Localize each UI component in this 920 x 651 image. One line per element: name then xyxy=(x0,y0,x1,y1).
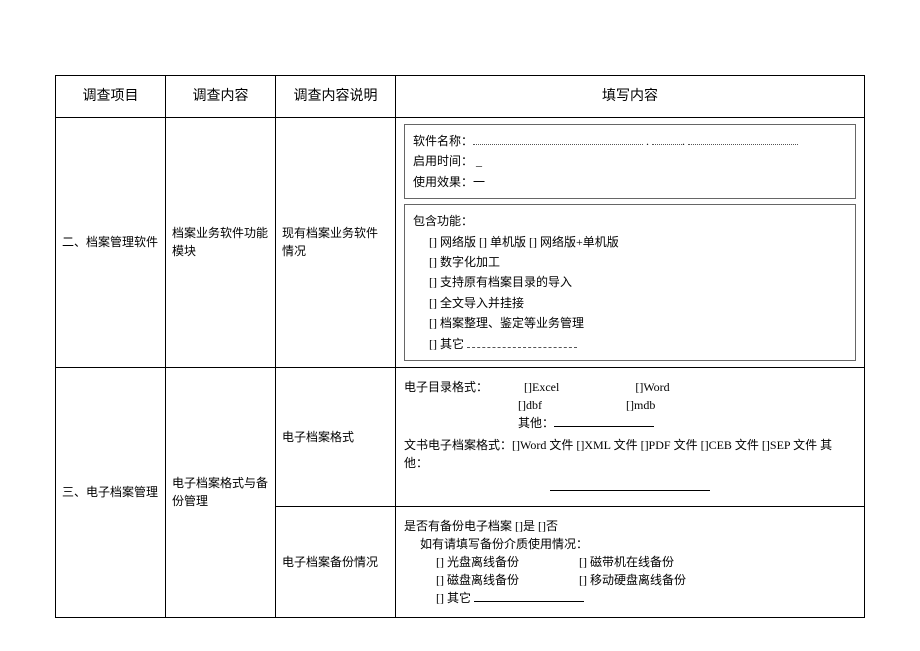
feature-title: 包含功能： xyxy=(413,211,847,231)
row-software: 二、档案管理软件 档案业务软件功能模块 现有档案业务软件情况 软件名称： . .… xyxy=(56,118,865,368)
content-software: 档案业务软件功能模块 xyxy=(166,118,276,368)
backup-row1: [] 光盘离线备份 [] 磁带机在线备份 xyxy=(404,553,856,571)
header-desc: 调查内容说明 xyxy=(276,76,396,118)
desc-software: 现有档案业务软件情况 xyxy=(276,118,396,368)
feature-opt3: [] 支持原有档案目录的导入 xyxy=(413,272,847,292)
feature-opt2: [] 数字化加工 xyxy=(413,252,847,272)
fill-ebackup: 是否有备份电子档案 []是 []否 如有请填写备份介质使用情况： [] 光盘离线… xyxy=(396,506,865,617)
fill-eformat: 电子目录格式： []Excel []Word []dbf []mdb 其他： 文… xyxy=(396,367,865,506)
backup-media-title: 如有请填写备份介质使用情况： xyxy=(404,535,856,553)
fill-software: 软件名称： . . 启用时间： _ 使用效果：一 包含功能： [] 网络版 []… xyxy=(396,118,865,368)
content-earchive: 电子档案格式与备份管理 xyxy=(166,367,276,617)
catalog-format-line1: 电子目录格式： []Excel []Word xyxy=(404,378,856,396)
doc-format-other-line xyxy=(404,478,856,496)
feature-opt6: [] 其它 xyxy=(413,334,847,354)
catalog-format-line2: []dbf []mdb xyxy=(404,396,856,414)
backup-exist: 是否有备份电子档案 []是 []否 xyxy=(404,517,856,535)
enable-time-line: 启用时间： _ xyxy=(413,151,847,171)
survey-table: 调查项目 调查内容 调查内容说明 填写内容 二、档案管理软件 档案业务软件功能模… xyxy=(55,75,865,618)
header-row: 调查项目 调查内容 调查内容说明 填写内容 xyxy=(56,76,865,118)
desc-ebackup: 电子档案备份情况 xyxy=(276,506,396,617)
doc-format-line: 文书电子档案格式：[]Word 文件 []XML 文件 []PDF 文件 []C… xyxy=(404,436,856,472)
project-earchive: 三、电子档案管理 xyxy=(56,367,166,617)
backup-other: [] 其它 xyxy=(404,589,856,607)
project-software: 二、档案管理软件 xyxy=(56,118,166,368)
feature-opt1: [] 网络版 [] 单机版 [] 网络版+单机版 xyxy=(413,232,847,252)
header-content: 调查内容 xyxy=(166,76,276,118)
feature-opt5: [] 档案整理、鉴定等业务管理 xyxy=(413,313,847,333)
feature-opt4: [] 全文导入并挂接 xyxy=(413,293,847,313)
desc-eformat: 电子档案格式 xyxy=(276,367,396,506)
header-project: 调查项目 xyxy=(56,76,166,118)
header-fill: 填写内容 xyxy=(396,76,865,118)
backup-row2: [] 磁盘离线备份 [] 移动硬盘离线备份 xyxy=(404,571,856,589)
row-eformat: 三、电子档案管理 电子档案格式与备份管理 电子档案格式 电子目录格式： []Ex… xyxy=(56,367,865,506)
software-info-box: 软件名称： . . 启用时间： _ 使用效果：一 xyxy=(404,124,856,199)
catalog-format-other: 其他： xyxy=(404,414,856,432)
software-name-line: 软件名称： . . xyxy=(413,131,847,151)
software-feature-box: 包含功能： [] 网络版 [] 单机版 [] 网络版+单机版 [] 数字化加工 … xyxy=(404,204,856,361)
effect-line: 使用效果：一 xyxy=(413,172,847,192)
